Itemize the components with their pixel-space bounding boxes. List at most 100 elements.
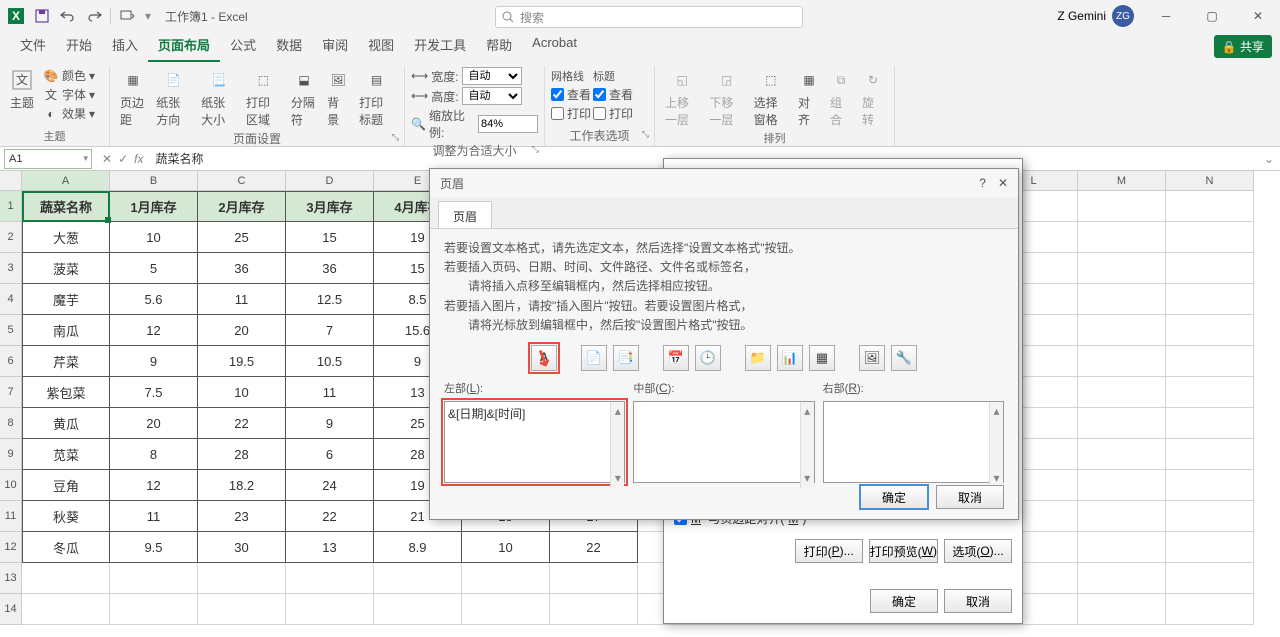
cell[interactable] (1166, 346, 1254, 377)
cell[interactable] (1166, 253, 1254, 284)
page-setup-launcher[interactable]: ⤡ (392, 132, 399, 143)
effects-button[interactable]: ◐效果▾ (40, 104, 98, 123)
cell[interactable]: 冬瓜 (22, 532, 110, 563)
cell[interactable] (1166, 563, 1254, 594)
cell[interactable]: 5.6 (110, 284, 198, 315)
fx-icon[interactable]: fx (134, 152, 143, 166)
cell[interactable] (1078, 284, 1166, 315)
cell[interactable]: 秋葵 (22, 501, 110, 532)
share-button[interactable]: 🔒 共享 (1214, 35, 1272, 58)
cell[interactable] (1078, 253, 1166, 284)
select-all-corner[interactable] (0, 171, 22, 191)
cell[interactable]: 5 (110, 253, 198, 284)
user-account[interactable]: Z Gemini ZG (1057, 5, 1134, 27)
left-section-input[interactable]: &[日期]&[时间] (444, 401, 625, 483)
tab-公式[interactable]: 公式 (220, 29, 266, 62)
insert-picture-button[interactable]: 🖼 (859, 345, 885, 371)
header-cancel-button[interactable]: 取消 (936, 485, 1004, 509)
insert-time-button[interactable]: 🕒 (695, 345, 721, 371)
insert-sheetname-button[interactable]: ▦ (809, 345, 835, 371)
headings-view-check[interactable]: 查看 (593, 86, 633, 103)
cell[interactable]: 9.5 (110, 532, 198, 563)
gridlines-print-check[interactable]: 打印 (551, 105, 591, 122)
cell[interactable]: 20 (110, 408, 198, 439)
scale-height-select[interactable]: 自动 (462, 87, 522, 105)
cell[interactable]: 10 (462, 532, 550, 563)
cell[interactable] (374, 563, 462, 594)
row-header[interactable]: 12 (0, 532, 22, 563)
qat-customize-icon[interactable]: ▾ (141, 4, 155, 28)
cell[interactable] (1166, 377, 1254, 408)
print-preview-button[interactable]: 打印预览(W) (869, 539, 938, 563)
format-text-button[interactable]: A (531, 345, 557, 371)
cell[interactable] (1078, 346, 1166, 377)
cell[interactable]: 蔬菜名称 (22, 191, 110, 222)
cell[interactable]: 1月库存 (110, 191, 198, 222)
cell[interactable] (1078, 315, 1166, 346)
colors-button[interactable]: 🎨颜色▾ (40, 66, 98, 85)
cell[interactable]: 菠菜 (22, 253, 110, 284)
cell[interactable]: 8 (110, 439, 198, 470)
cell[interactable]: 24 (286, 470, 374, 501)
cell[interactable]: 12 (110, 315, 198, 346)
margins-button[interactable]: ▦页边距 (116, 66, 150, 130)
cell[interactable]: 7 (286, 315, 374, 346)
row-header[interactable]: 10 (0, 470, 22, 501)
tab-视图[interactable]: 视图 (358, 29, 404, 62)
row-header[interactable]: 4 (0, 284, 22, 315)
cell[interactable] (1078, 222, 1166, 253)
col-header[interactable]: N (1166, 171, 1254, 191)
tab-审阅[interactable]: 审阅 (312, 29, 358, 62)
dialog-close-button[interactable]: ✕ (998, 176, 1008, 190)
cell[interactable] (1078, 594, 1166, 625)
cell[interactable]: 18.2 (198, 470, 286, 501)
cell[interactable] (110, 594, 198, 625)
tab-文件[interactable]: 文件 (10, 29, 56, 62)
orientation-button[interactable]: 📄纸张方向 (152, 66, 195, 130)
tab-Acrobat[interactable]: Acrobat (522, 29, 587, 62)
tab-开始[interactable]: 开始 (56, 29, 102, 62)
cell[interactable] (198, 563, 286, 594)
confirm-edit-icon[interactable]: ✓ (118, 152, 128, 166)
cell[interactable]: 9 (110, 346, 198, 377)
cell[interactable] (1166, 470, 1254, 501)
cell[interactable]: 苋菜 (22, 439, 110, 470)
cell[interactable]: 魔芋 (22, 284, 110, 315)
insert-page-number-button[interactable]: 📄 (581, 345, 607, 371)
gridlines-view-check[interactable]: 查看 (551, 86, 591, 103)
tab-开发工具[interactable]: 开发工具 (404, 29, 476, 62)
cell[interactable] (198, 594, 286, 625)
undo-button[interactable] (56, 4, 80, 28)
headings-print-check[interactable]: 打印 (593, 105, 633, 122)
cell[interactable]: 19.5 (198, 346, 286, 377)
cell[interactable]: 10 (198, 377, 286, 408)
qat-more-icon[interactable] (115, 4, 139, 28)
cell[interactable]: 豆角 (22, 470, 110, 501)
cell[interactable]: 南瓜 (22, 315, 110, 346)
cell[interactable] (1078, 563, 1166, 594)
cell[interactable]: 20 (198, 315, 286, 346)
insert-pages-button[interactable]: 📑 (613, 345, 639, 371)
cell[interactable] (374, 594, 462, 625)
cell[interactable]: 13 (286, 532, 374, 563)
cell[interactable] (1166, 284, 1254, 315)
row-header[interactable]: 5 (0, 315, 22, 346)
cell[interactable] (550, 563, 638, 594)
center-section-input[interactable] (633, 401, 814, 483)
ps-cancel-button[interactable]: 取消 (944, 589, 1012, 613)
scrollbar[interactable]: ▴▾ (989, 402, 1003, 488)
tab-帮助[interactable]: 帮助 (476, 29, 522, 62)
search-input[interactable]: 搜索 (495, 6, 803, 28)
scale-width-select[interactable]: 自动 (462, 67, 522, 85)
cell[interactable] (462, 563, 550, 594)
scale-input[interactable] (478, 115, 538, 133)
col-header[interactable]: D (286, 171, 374, 191)
cell[interactable] (1166, 532, 1254, 563)
cell[interactable]: 22 (286, 501, 374, 532)
col-header[interactable]: C (198, 171, 286, 191)
cell[interactable] (1078, 501, 1166, 532)
cell[interactable]: 22 (198, 408, 286, 439)
cell[interactable]: 11 (110, 501, 198, 532)
row-header[interactable]: 3 (0, 253, 22, 284)
cell[interactable]: 紫包菜 (22, 377, 110, 408)
